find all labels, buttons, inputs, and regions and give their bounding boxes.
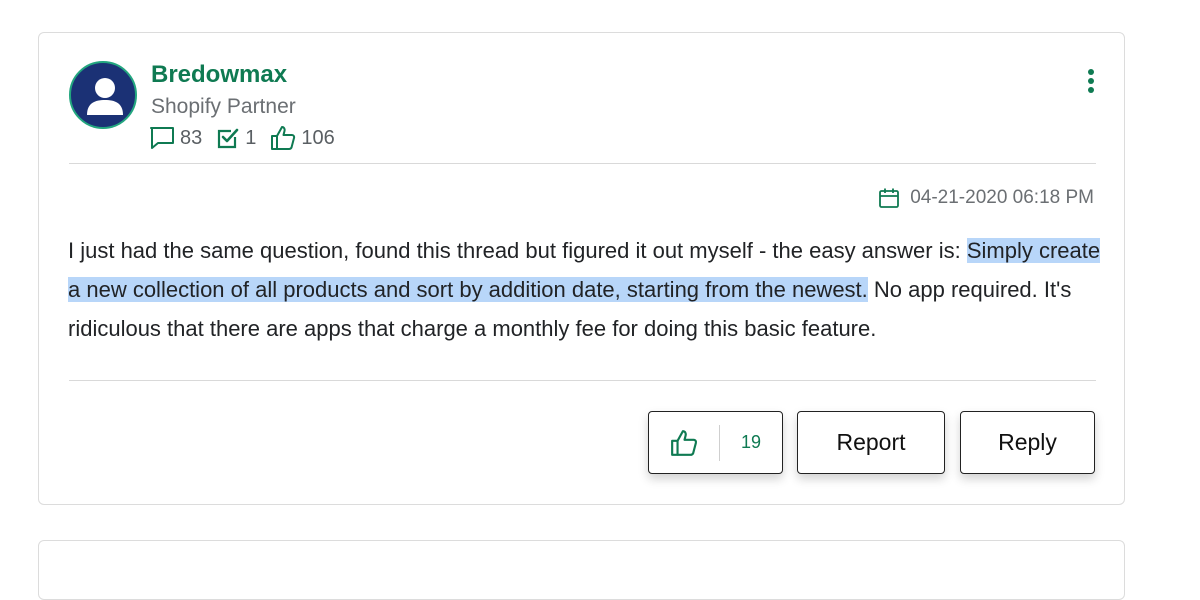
post-card: Bredowmax Shopify Partner 83 1 106 04-21… <box>38 32 1125 505</box>
calendar-icon <box>879 188 900 208</box>
footer-divider <box>69 380 1096 381</box>
stat-messages[interactable]: 83 <box>149 126 202 150</box>
more-options-icon[interactable] <box>1086 69 1096 97</box>
user-avatar-icon <box>87 78 123 115</box>
solution-check-icon <box>218 128 239 149</box>
avatar[interactable] <box>69 61 137 129</box>
stat-solutions-count: 1 <box>245 126 257 149</box>
post-date-text: 04-21-2020 06:18 PM <box>910 187 1094 208</box>
post-body: I just had the same question, found this… <box>68 231 1108 348</box>
post-date: 04-21-2020 06:18 PM <box>878 187 1094 209</box>
thumbs-up-icon <box>271 126 296 150</box>
stat-likes[interactable]: 106 <box>270 125 335 151</box>
post-body-text: I just had the same question, found this… <box>68 238 967 263</box>
like-button[interactable]: 19 <box>648 411 783 474</box>
stat-messages-count: 83 <box>180 126 203 149</box>
report-button[interactable]: Report <box>797 411 945 474</box>
next-post-card <box>38 540 1125 600</box>
stat-solutions[interactable]: 1 <box>216 126 256 150</box>
message-icon <box>150 127 174 149</box>
like-count: 19 <box>740 432 762 452</box>
author-role: Shopify Partner <box>151 95 296 118</box>
thumbs-up-icon <box>671 429 698 456</box>
header-divider <box>69 163 1096 164</box>
author-stats: 83 1 106 <box>149 125 349 151</box>
reply-button[interactable]: Reply <box>960 411 1095 474</box>
author-username-link[interactable]: Bredowmax <box>151 61 287 89</box>
stat-likes-count: 106 <box>301 126 335 149</box>
